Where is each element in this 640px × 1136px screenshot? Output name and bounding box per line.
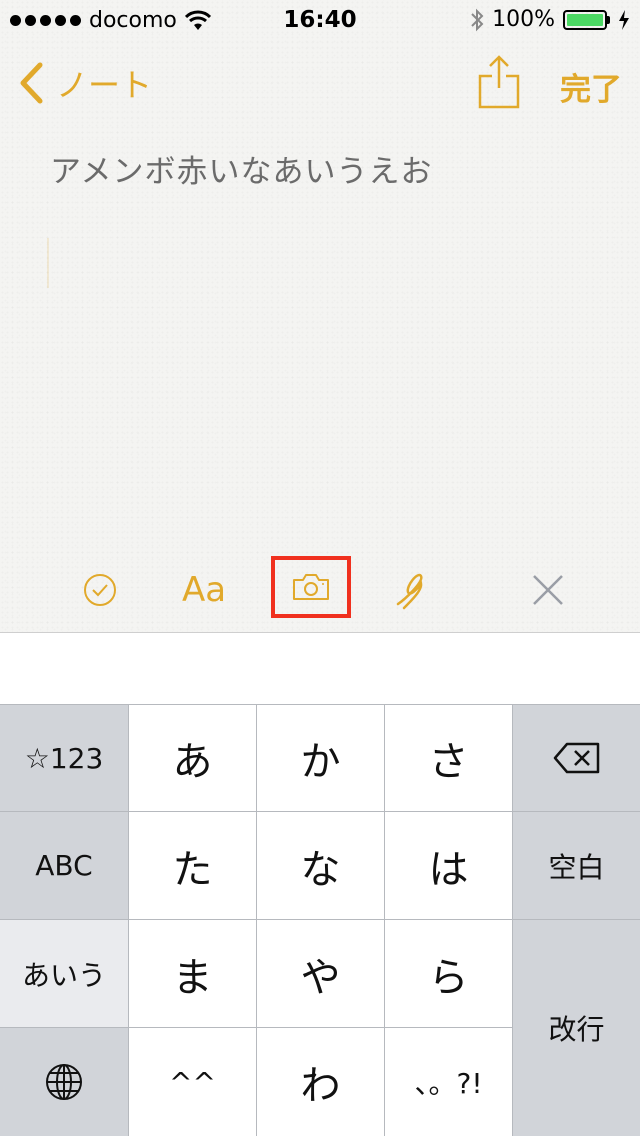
note-toolbar: Aa <box>0 556 640 620</box>
close-icon <box>533 575 563 605</box>
delete-key[interactable] <box>513 705 640 811</box>
key-wa[interactable]: わ <box>257 1028 384 1136</box>
battery-icon <box>563 9 610 30</box>
key-ma[interactable]: ま <box>129 920 256 1027</box>
sketch-icon <box>396 573 423 610</box>
format-icon: Aa <box>181 570 227 610</box>
key-punctuation[interactable]: 、。?! <box>385 1028 512 1136</box>
status-right: 100% <box>470 7 630 32</box>
format-button[interactable]: Aa <box>176 560 232 620</box>
checklist-button[interactable] <box>78 560 122 620</box>
key-ta[interactable]: た <box>129 812 256 919</box>
kana-mode-key[interactable]: あいう <box>0 920 128 1027</box>
numbers-key[interactable]: ☆123 <box>0 705 128 811</box>
chevron-left-icon <box>20 62 43 104</box>
key-ha[interactable]: は <box>385 812 512 919</box>
delete-icon <box>553 742 599 774</box>
charging-icon <box>619 9 629 30</box>
key-sa[interactable]: さ <box>385 705 512 811</box>
camera-button[interactable] <box>271 556 351 618</box>
share-icon[interactable] <box>477 54 521 110</box>
note-body-text[interactable]: アメンボ赤いなあいうえお <box>50 146 432 191</box>
camera-icon <box>293 574 329 600</box>
sketch-button[interactable] <box>390 560 434 620</box>
abc-key[interactable]: ABC <box>0 812 128 919</box>
key-ka[interactable]: か <box>257 705 384 811</box>
back-button[interactable]: ノート <box>18 60 152 106</box>
return-key[interactable]: 改行 <box>513 920 640 1136</box>
back-label: ノート <box>56 66 153 104</box>
globe-key[interactable] <box>0 1028 128 1136</box>
kana-keyboard: ☆123 ABC あいう あ か さ た な は ま や ら ^^ わ 、。?!… <box>0 704 640 1136</box>
key-ra[interactable]: ら <box>385 920 512 1027</box>
done-button[interactable]: 完了 <box>560 64 622 109</box>
globe-icon <box>46 1064 82 1100</box>
key-na[interactable]: な <box>257 812 384 919</box>
key-emoticon[interactable]: ^^ <box>129 1028 256 1136</box>
space-key[interactable]: 空白 <box>513 812 640 919</box>
close-keyboard-button[interactable] <box>526 560 570 620</box>
text-cursor <box>47 238 49 288</box>
key-a[interactable]: あ <box>129 705 256 811</box>
bluetooth-icon <box>471 8 484 31</box>
status-bar: docomo 16:40 100% <box>0 0 640 40</box>
key-ya[interactable]: や <box>257 920 384 1027</box>
checklist-icon <box>84 574 116 606</box>
prediction-bar <box>0 632 640 704</box>
battery-percent: 100% <box>492 7 555 32</box>
